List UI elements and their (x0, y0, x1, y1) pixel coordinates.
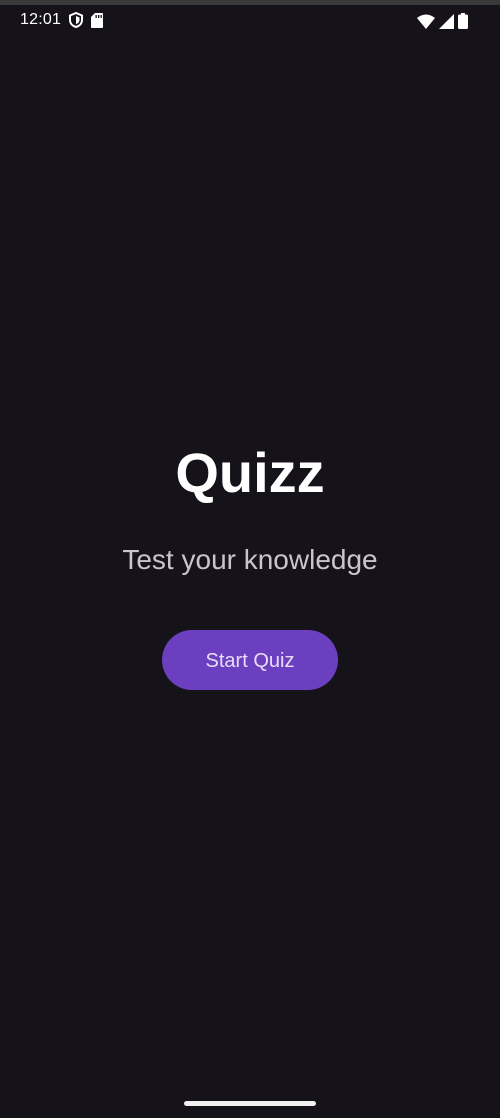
wifi-icon (417, 14, 435, 29)
start-quiz-button[interactable]: Start Quiz (162, 630, 338, 690)
shield-icon (69, 12, 84, 28)
app-subtitle: Test your knowledge (122, 544, 378, 575)
status-bar: 12:01 (0, 5, 500, 35)
battery-icon (458, 13, 468, 29)
status-time: 12:01 (20, 11, 62, 28)
cellular-signal-icon (439, 13, 454, 29)
app-title: Quizz (175, 441, 325, 504)
status-right (417, 13, 468, 29)
gesture-nav-handle[interactable] (184, 1101, 316, 1106)
status-left: 12:01 (20, 11, 104, 29)
main-content: Quizz Test your knowledge Start Quiz (0, 440, 500, 690)
sd-card-icon (91, 12, 104, 28)
